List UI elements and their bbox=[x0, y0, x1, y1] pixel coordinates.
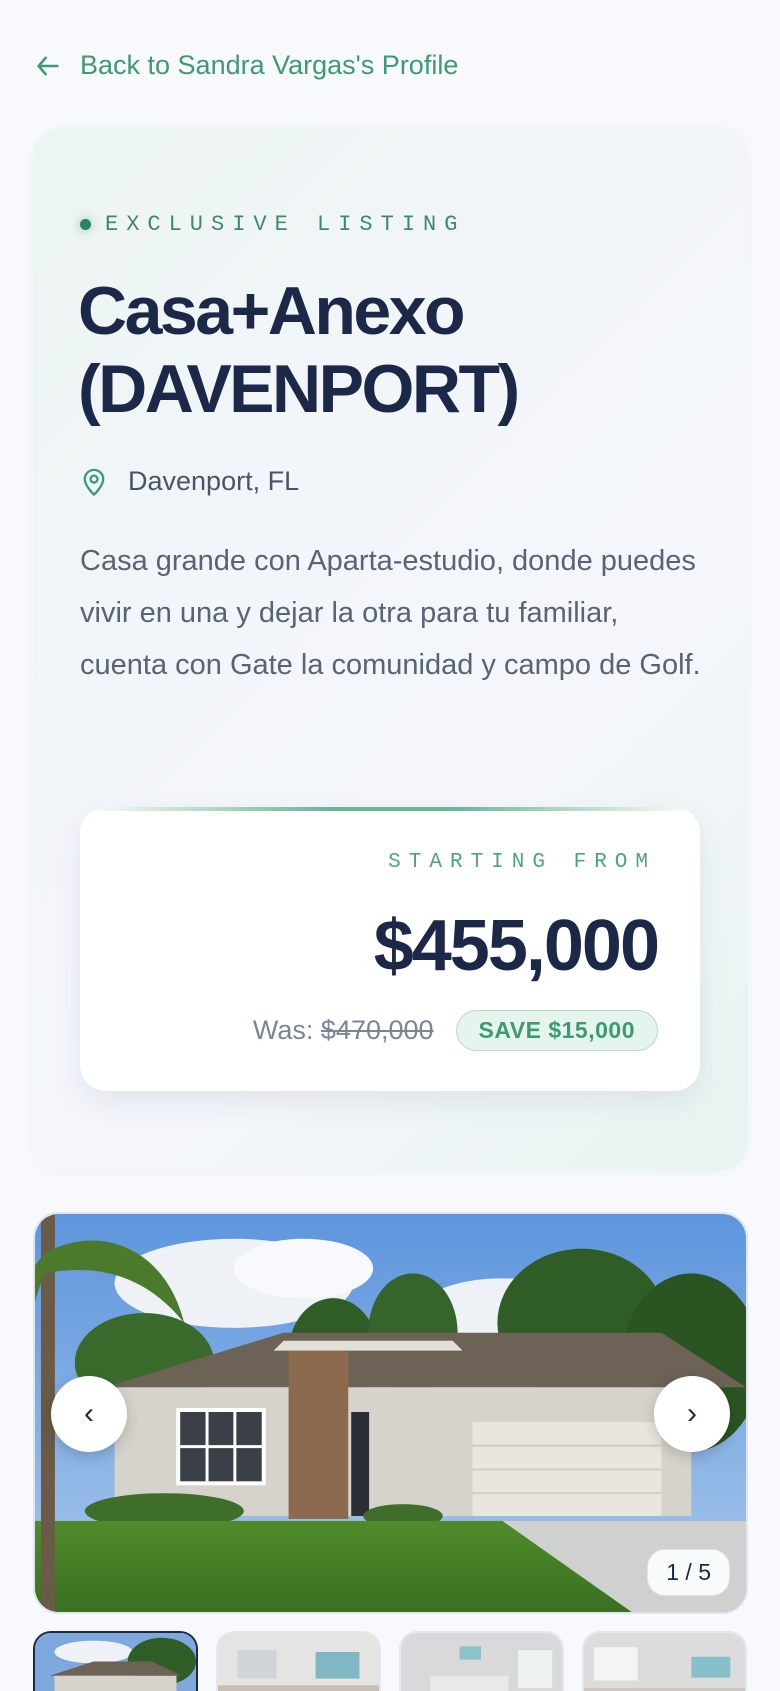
savings-badge: SAVE $15,000 bbox=[455, 1010, 658, 1051]
old-price: $470,000 bbox=[320, 1015, 434, 1045]
listing-title: Casa+Anexo (DAVENPORT) bbox=[78, 273, 520, 427]
was-price: Was: $470,000 bbox=[253, 1015, 434, 1046]
gallery-thumbnail[interactable] bbox=[399, 1631, 564, 1691]
listing-location: Davenport, FL bbox=[80, 466, 299, 497]
gallery-thumbnail[interactable] bbox=[216, 1631, 381, 1691]
previous-price-row: Was: $470,000 SAVE $15,000 bbox=[253, 1010, 658, 1051]
location-label: Davenport, FL bbox=[128, 466, 300, 496]
back-link-label: Back to Sandra Vargas's Profile bbox=[80, 50, 459, 80]
listing-price: $455,000 bbox=[373, 906, 660, 986]
chevron-right-icon: › bbox=[687, 1397, 697, 1430]
status-dot-icon bbox=[80, 219, 91, 230]
gallery-thumbnails bbox=[33, 1631, 748, 1691]
listing-page: Back to Sandra Vargas's Profile EXCLUSIV… bbox=[0, 0, 780, 1691]
gallery-counter: 1 / 5 bbox=[647, 1549, 730, 1596]
was-label: Was: bbox=[252, 1015, 314, 1045]
price-card: STARTING FROM $455,000 Was: $470,000 SAV… bbox=[80, 807, 700, 1091]
thumbnail-exterior-image bbox=[35, 1633, 196, 1691]
thumbnail-bedroom-image bbox=[401, 1633, 562, 1691]
gallery-thumbnail[interactable] bbox=[33, 1631, 198, 1691]
starting-from-label: STARTING FROM bbox=[388, 851, 656, 874]
listing-description: Casa grande con Aparta-estudio, donde pu… bbox=[80, 545, 701, 681]
badge-label: EXCLUSIVE LISTING bbox=[105, 212, 466, 237]
gallery-next-button[interactable]: › bbox=[654, 1376, 730, 1452]
photo-gallery[interactable]: ‹ › 1 / 5 bbox=[33, 1212, 748, 1614]
back-to-profile-link[interactable]: Back to Sandra Vargas's Profile bbox=[34, 50, 458, 81]
gallery-thumbnail[interactable] bbox=[582, 1631, 747, 1691]
map-pin-icon bbox=[83, 468, 105, 496]
thumbnail-living-room-image bbox=[218, 1633, 379, 1691]
arrow-left-icon bbox=[37, 56, 59, 75]
exclusive-listing-badge: EXCLUSIVE LISTING bbox=[80, 212, 465, 237]
thumbnail-bedroom-image bbox=[584, 1633, 745, 1691]
chevron-left-icon: ‹ bbox=[84, 1397, 94, 1430]
gallery-prev-button[interactable]: ‹ bbox=[51, 1376, 127, 1452]
house-exterior-photo bbox=[35, 1214, 746, 1612]
